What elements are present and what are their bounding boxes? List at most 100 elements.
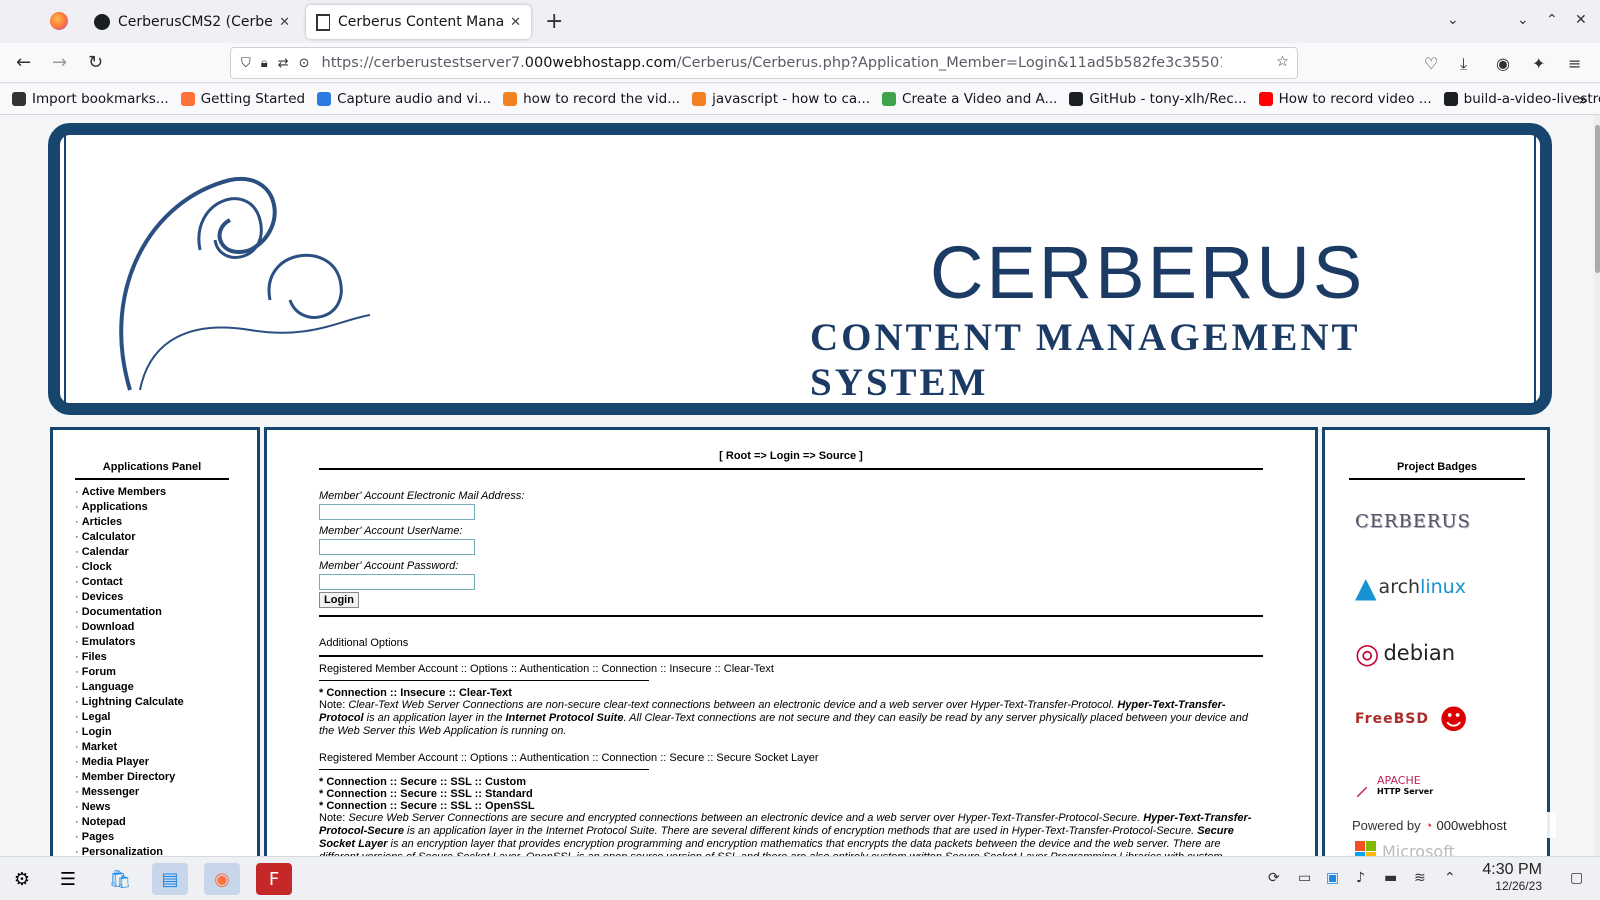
sidebar-item[interactable]: Notepad [75,815,257,830]
sidebar-item[interactable]: Download [75,620,257,635]
bookmark-item[interactable]: build-a-video-livestre... [1443,91,1600,107]
list-tabs-icon[interactable]: ⌄ [1447,12,1459,28]
sidebar-item[interactable]: Calculator [75,530,257,545]
sidebar-item[interactable]: Articles [75,515,257,530]
tab-cerberuscms2[interactable]: CerberusCMS2 (Cerberus C ✕ [84,5,300,39]
clock[interactable]: 4:30 PM 12/26/23 [1482,861,1542,893]
password-field[interactable] [319,574,475,590]
sidebar-item[interactable]: Pages [75,830,257,845]
sidebar-item[interactable]: Contact [75,575,257,590]
bookmark-label: Import bookmarks... [32,91,169,107]
close-tab-icon[interactable]: ✕ [279,15,290,30]
back-icon[interactable]: ← [16,52,31,73]
username-field[interactable] [319,539,475,555]
username-label: Member' Account UserName: [319,525,463,537]
bookmark-icon [1258,92,1273,106]
permissions-icon[interactable]: ⇄ [278,56,289,71]
sidebar-item[interactable]: Clock [75,560,257,575]
bookmark-item[interactable]: Import bookmarks... [12,91,169,107]
clipboard-icon[interactable]: ▭ [1298,870,1311,886]
page-icon [316,13,330,31]
cerberus-badge[interactable]: CERBERUS [1355,496,1547,546]
panel-heading: Applications Panel [75,461,229,480]
bookmark-icon [1443,92,1458,106]
app-launcher-icon[interactable]: ⚙ [4,863,40,895]
bookmark-item[interactable]: How to record video ... [1258,91,1432,107]
updates-icon[interactable]: ⟳ [1268,870,1280,886]
password-label: Member' Account Password: [319,560,459,572]
pocket-icon[interactable]: ♡ [1424,54,1438,73]
reload-icon[interactable]: ↻ [88,52,103,73]
maximize-icon[interactable]: ⌃ [1546,12,1558,28]
github-icon [94,14,110,30]
ssl-standard-bullet: * Connection :: Secure :: SSL :: Standar… [319,788,533,800]
battery-icon[interactable]: ▬ [1384,870,1397,886]
bookmark-item[interactable]: Create a Video and A... [882,91,1057,107]
sidebar-item[interactable]: Active Members [75,485,257,500]
sidebar-item[interactable]: Login [75,725,257,740]
wifi-icon[interactable]: ≋ [1414,870,1426,886]
bookmark-label: How to record video ... [1278,91,1432,107]
lock-icon[interactable]: 🔒︎ [261,56,268,71]
apache-badge[interactable]: ⸝ APACHE HTTP Server [1355,760,1547,810]
discover-icon[interactable]: 🛍︎ [102,863,138,895]
bookmark-item[interactable]: javascript - how to ca... [692,91,870,107]
sidebar-item[interactable]: Personalization [75,845,257,856]
sidebar-item[interactable]: Devices [75,590,257,605]
bookmark-item[interactable]: GitHub - tony-xlh/Rec... [1069,91,1247,107]
tab-title: CerberusCMS2 (Cerberus C [118,14,273,30]
sidebar-item[interactable]: Files [75,650,257,665]
sidebar-item[interactable]: Forum [75,665,257,680]
extensions-icon[interactable]: ✦ [1532,54,1545,73]
volume-icon[interactable]: ♪ [1356,870,1365,886]
sidebar-item[interactable]: Calendar [75,545,257,560]
sidebar-item[interactable]: Applications [75,500,257,515]
sidebar-item[interactable]: Documentation [75,605,257,620]
system-settings-icon[interactable]: ☰ [50,863,86,895]
debian-badge[interactable]: ◎ debian [1355,628,1547,678]
close-window-icon[interactable]: ✕ [1575,12,1587,28]
sidebar-item[interactable]: Lightning Calculate [75,695,257,710]
bookmark-item[interactable]: how to record the vid... [503,91,680,107]
tab-cerberus-cms[interactable]: Cerberus Content Manage ✕ [306,5,531,39]
swirl-logo-icon [119,176,371,391]
firefox-icon[interactable] [50,12,68,30]
sidebar-item[interactable]: Member Directory [75,770,257,785]
url-bar[interactable]: ⛉ 🔒︎ ⇄ ⊙ https://cerberustestserver7.000… [230,47,1298,79]
hosting-badge[interactable]: Powered by ◔ 000webhost [1344,812,1556,838]
shield-icon[interactable]: ⛉ [241,56,251,71]
location-icon[interactable]: ⊙ [299,56,310,71]
downloads-icon[interactable]: ⤓ [1460,54,1467,74]
sidebar-item[interactable]: Market [75,740,257,755]
bookmark-item[interactable]: Getting Started [180,91,305,107]
page-scrollbar[interactable] [1594,115,1600,856]
file-manager-icon[interactable]: ▤ [152,863,188,895]
menu-icon[interactable]: ≡ [1568,54,1581,73]
email-field[interactable] [319,504,475,520]
display-icon[interactable]: ▣ [1326,870,1339,886]
freebsd-badge[interactable]: FreeBSD ☻ [1355,694,1547,744]
sidebar-item[interactable]: Emulators [75,635,257,650]
forward-icon[interactable]: → [52,52,67,73]
close-tab-icon[interactable]: ✕ [510,15,521,30]
filezilla-icon[interactable]: F [256,863,292,895]
login-button[interactable]: Login [319,592,359,608]
account-icon[interactable]: ◉ [1496,54,1510,73]
sidebar-item[interactable]: Media Player [75,755,257,770]
archlinux-badge[interactable]: ▲ arch linux [1355,562,1547,612]
site-banner: CERBERUS CONTENT MANAGEMENT SYSTEM [48,123,1552,415]
new-tab-button[interactable]: + [545,9,563,34]
bookmark-label: javascript - how to ca... [712,91,871,107]
url-text[interactable]: https://cerberustestserver7.000webhostap… [322,55,1222,71]
more-bookmarks-icon[interactable]: » [1578,90,1588,109]
firefox-taskbar-icon[interactable]: ◉ [204,863,240,895]
sidebar-item[interactable]: Legal [75,710,257,725]
bookmark-star-icon[interactable]: ☆ [1276,54,1289,70]
show-desktop-icon[interactable]: ▢ [1570,870,1583,886]
minimize-icon[interactable]: ⌄ [1517,12,1529,28]
bookmark-item[interactable]: Capture audio and vi... [317,91,491,107]
sidebar-item[interactable]: Messenger [75,785,257,800]
sidebar-item[interactable]: News [75,800,257,815]
sidebar-item[interactable]: Language [75,680,257,695]
show-hidden-icon[interactable]: ⌃ [1444,870,1456,886]
